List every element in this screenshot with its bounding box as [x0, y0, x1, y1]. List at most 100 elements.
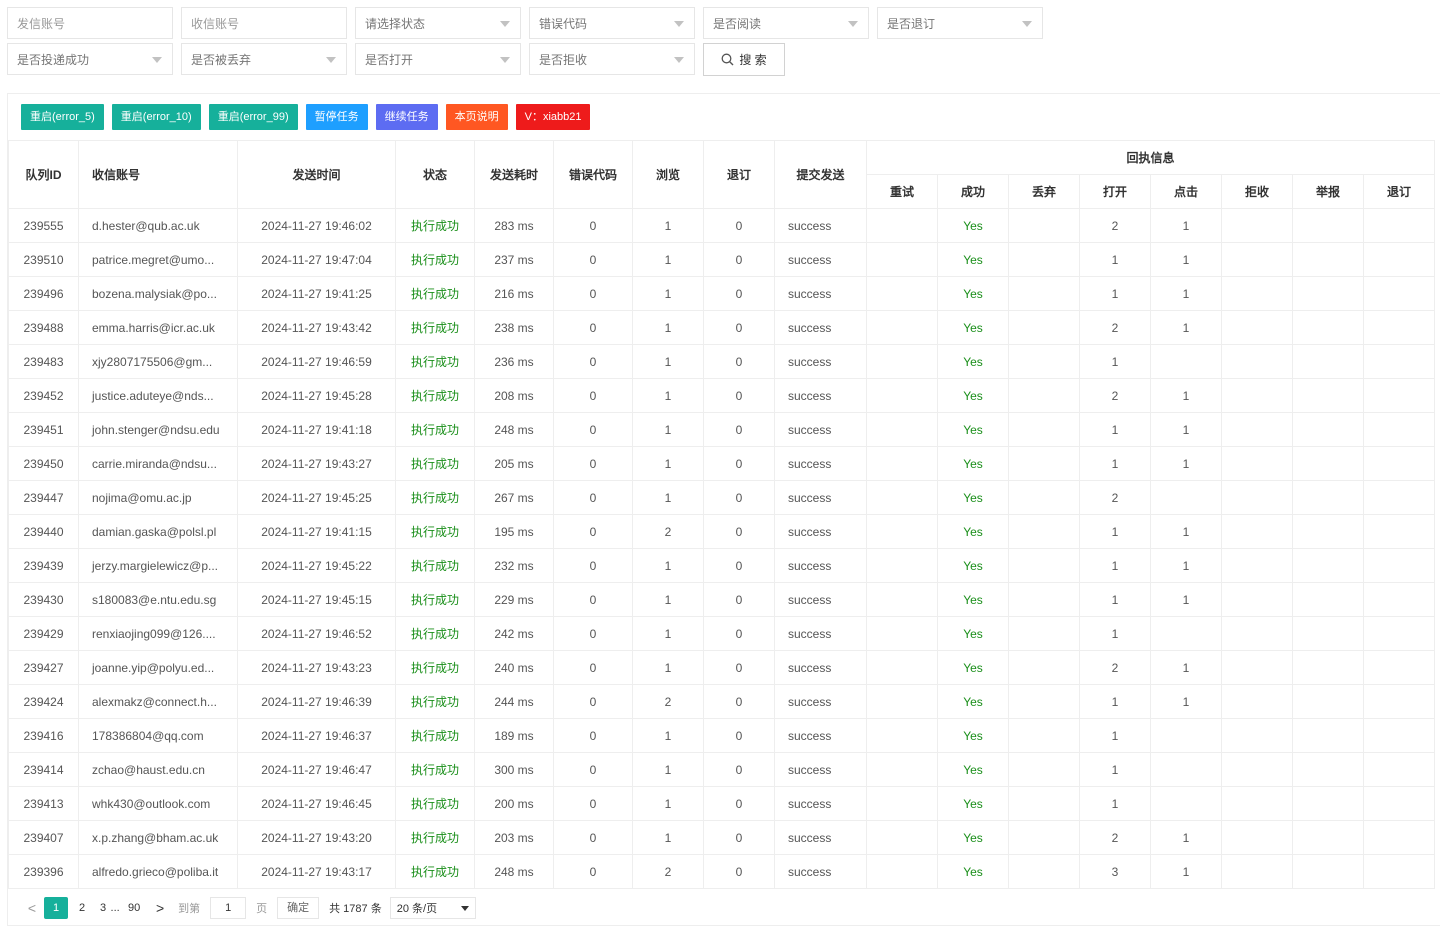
cell-report [1292, 276, 1364, 311]
table-row[interactable]: 239416 178386804@qq.com 2024-11-27 19:46:3… [8, 718, 1436, 753]
error-code-select[interactable]: 错误代码 [529, 7, 695, 39]
status-select[interactable]: 请选择状态 [355, 7, 521, 39]
cell-success: Yes [937, 752, 1009, 787]
col-header-unsubscribe-receipt[interactable]: 退订 [1362, 174, 1436, 209]
cell-unsub2 [1362, 684, 1436, 719]
col-header-status[interactable]: 状态 [395, 140, 475, 209]
page-3[interactable]: 3 [96, 897, 110, 919]
chevron-down-icon [152, 57, 162, 63]
next-page-chevron-icon[interactable]: > [148, 900, 172, 916]
pause-task-button[interactable]: 暂停任务 [305, 104, 368, 130]
page-help-button[interactable]: 本页说明 [445, 104, 508, 130]
page-1[interactable]: 1 [44, 897, 68, 919]
col-header-recipient[interactable]: 收信账号 [78, 140, 238, 209]
cell-report [1292, 786, 1364, 821]
cell-duration: 216 ms [474, 276, 554, 311]
table-row[interactable]: 239407 x.p.zhang@bham.ac.uk 2024-11-27 19:… [8, 820, 1436, 855]
contact-button[interactable]: V：xiabb21 [515, 104, 591, 130]
cell-views: 1 [632, 276, 704, 311]
table-row[interactable]: 239440 damian.gaska@polsl.pl 2024-11-27 19… [8, 514, 1436, 549]
table-row[interactable]: 239427 joanne.yip@polyu.ed... 2024-11-27 1… [8, 650, 1436, 685]
col-header-report[interactable]: 举报 [1292, 174, 1364, 209]
table-row[interactable]: 239510 patrice.megret@umo... 2024-11-27 19… [8, 242, 1436, 277]
cell-status: 执行成功 [395, 208, 475, 243]
cell-status: 执行成功 [395, 344, 475, 379]
goto-page-input[interactable]: 1 [210, 897, 247, 919]
col-header-click[interactable]: 点击 [1150, 174, 1222, 209]
col-header-id[interactable]: 队列ID [8, 140, 79, 209]
delivered-select[interactable]: 是否投递成功 [7, 43, 173, 75]
retry-error5-button[interactable]: 重启(error_5) [21, 104, 104, 130]
table-row[interactable]: 239429 renxiaojing099@126.... 2024-11-27 1… [8, 616, 1436, 651]
cell-error: 0 [553, 820, 633, 855]
table-row[interactable]: 239430 s180083@e.ntu.edu.sg 2024-11-27 19:… [8, 582, 1436, 617]
table-row[interactable]: 239555 d.hester@qub.ac.uk 2024-11-27 19:46… [8, 208, 1436, 243]
table-body: 239555 d.hester@qub.ac.uk 2024-11-27 19:46… [8, 208, 1436, 889]
cell-unsub: 0 [703, 344, 775, 379]
chevron-down-icon [674, 57, 684, 63]
cell-report [1292, 650, 1364, 685]
cell-discard [1008, 412, 1080, 447]
retry-error99-button[interactable]: 重启(error_99) [208, 104, 298, 130]
cell-open: 1 [1079, 718, 1151, 753]
table-row[interactable]: 239396 alfredo.grieco@poliba.it 2024-11-27… [8, 854, 1436, 889]
goto-confirm-button[interactable]: 确定 [277, 897, 320, 919]
sender-account-input[interactable]: 发信账号 [7, 7, 173, 39]
cell-recipient: patrice.megret@umo... [78, 242, 238, 277]
discarded-select-label: 是否被丢弃 [191, 52, 252, 67]
col-header-duration[interactable]: 发送耗时 [474, 140, 554, 209]
cell-discard [1008, 854, 1080, 889]
cell-open: 1 [1079, 412, 1151, 447]
cell-unsub: 0 [703, 480, 775, 515]
table-row[interactable]: 239452 justice.aduteye@nds... 2024-11-27 1… [8, 378, 1436, 413]
cell-discard [1008, 616, 1080, 651]
cell-click: 1 [1150, 446, 1222, 481]
table-row[interactable]: 239413 whk430@outlook.com 2024-11-27 19:46… [8, 786, 1436, 821]
cell-recipient: joanne.yip@polyu.ed... [78, 650, 238, 685]
read-select[interactable]: 是否阅读 [703, 7, 869, 39]
table-row[interactable]: 239414 zchao@haust.edu.cn 2024-11-27 19:46… [8, 752, 1436, 787]
page-2[interactable]: 2 [70, 897, 94, 919]
table-row[interactable]: 239450 carrie.miranda@ndsu... 2024-11-27 1… [8, 446, 1436, 481]
table-row[interactable]: 239439 jerzy.margielewicz@p... 2024-11-27 … [8, 548, 1436, 583]
col-header-views[interactable]: 浏览 [632, 140, 704, 209]
cell-discard [1008, 480, 1080, 515]
page-last[interactable]: 90 [122, 897, 146, 919]
cell-click: 1 [1150, 684, 1222, 719]
table-row[interactable]: 239424 alexmakz@connect.h... 2024-11-27 19… [8, 684, 1436, 719]
rejected-select[interactable]: 是否拒收 [529, 43, 695, 75]
cell-open: 2 [1079, 310, 1151, 345]
opened-select[interactable]: 是否打开 [355, 43, 521, 75]
table-row[interactable]: 239451 john.stenger@ndsu.edu 2024-11-27 19… [8, 412, 1436, 447]
col-header-time[interactable]: 发送时间 [237, 140, 396, 209]
resume-task-button[interactable]: 继续任务 [375, 104, 438, 130]
col-header-success[interactable]: 成功 [937, 174, 1009, 209]
table-row[interactable]: 239447 nojima@omu.ac.jp 2024-11-27 19:45:2… [8, 480, 1436, 515]
col-header-discard[interactable]: 丢弃 [1008, 174, 1080, 209]
cell-time: 2024-11-27 19:46:59 [237, 344, 396, 379]
col-header-unsubscribe[interactable]: 退订 [703, 140, 775, 209]
prev-page-chevron-icon[interactable]: < [20, 900, 44, 916]
cell-unsub: 0 [703, 786, 775, 821]
opened-select-label: 是否打开 [365, 52, 414, 67]
cell-recipient: d.hester@qub.ac.uk [78, 208, 238, 243]
page-size-select[interactable]: 20 条/页 [389, 897, 476, 919]
unsubscribe-select[interactable]: 是否退订 [877, 7, 1043, 39]
cell-time: 2024-11-27 19:43:23 [237, 650, 396, 685]
table-row[interactable]: 239488 emma.harris@icr.ac.uk 2024-11-27 19… [8, 310, 1436, 345]
table-row[interactable]: 239483 xjy2807175506@gm... 2024-11-27 19:4… [8, 344, 1436, 379]
cell-success: Yes [937, 718, 1009, 753]
discarded-select[interactable]: 是否被丢弃 [181, 43, 347, 75]
col-header-open[interactable]: 打开 [1079, 174, 1151, 209]
cell-time: 2024-11-27 19:46:39 [237, 684, 396, 719]
search-button[interactable]: 搜 索 [703, 43, 785, 76]
recipient-account-input[interactable]: 收信账号 [181, 7, 347, 39]
col-header-error[interactable]: 错误代码 [553, 140, 633, 209]
total-count: 共 1787 条 [329, 903, 382, 915]
col-header-submit[interactable]: 提交发送 [774, 140, 867, 209]
retry-error10-button[interactable]: 重启(error_10) [111, 104, 201, 130]
col-header-reject[interactable]: 拒收 [1221, 174, 1293, 209]
cell-open: 1 [1079, 344, 1151, 379]
col-header-retry[interactable]: 重试 [866, 174, 938, 209]
table-row[interactable]: 239496 bozena.malysiak@po... 2024-11-27 19… [8, 276, 1436, 311]
